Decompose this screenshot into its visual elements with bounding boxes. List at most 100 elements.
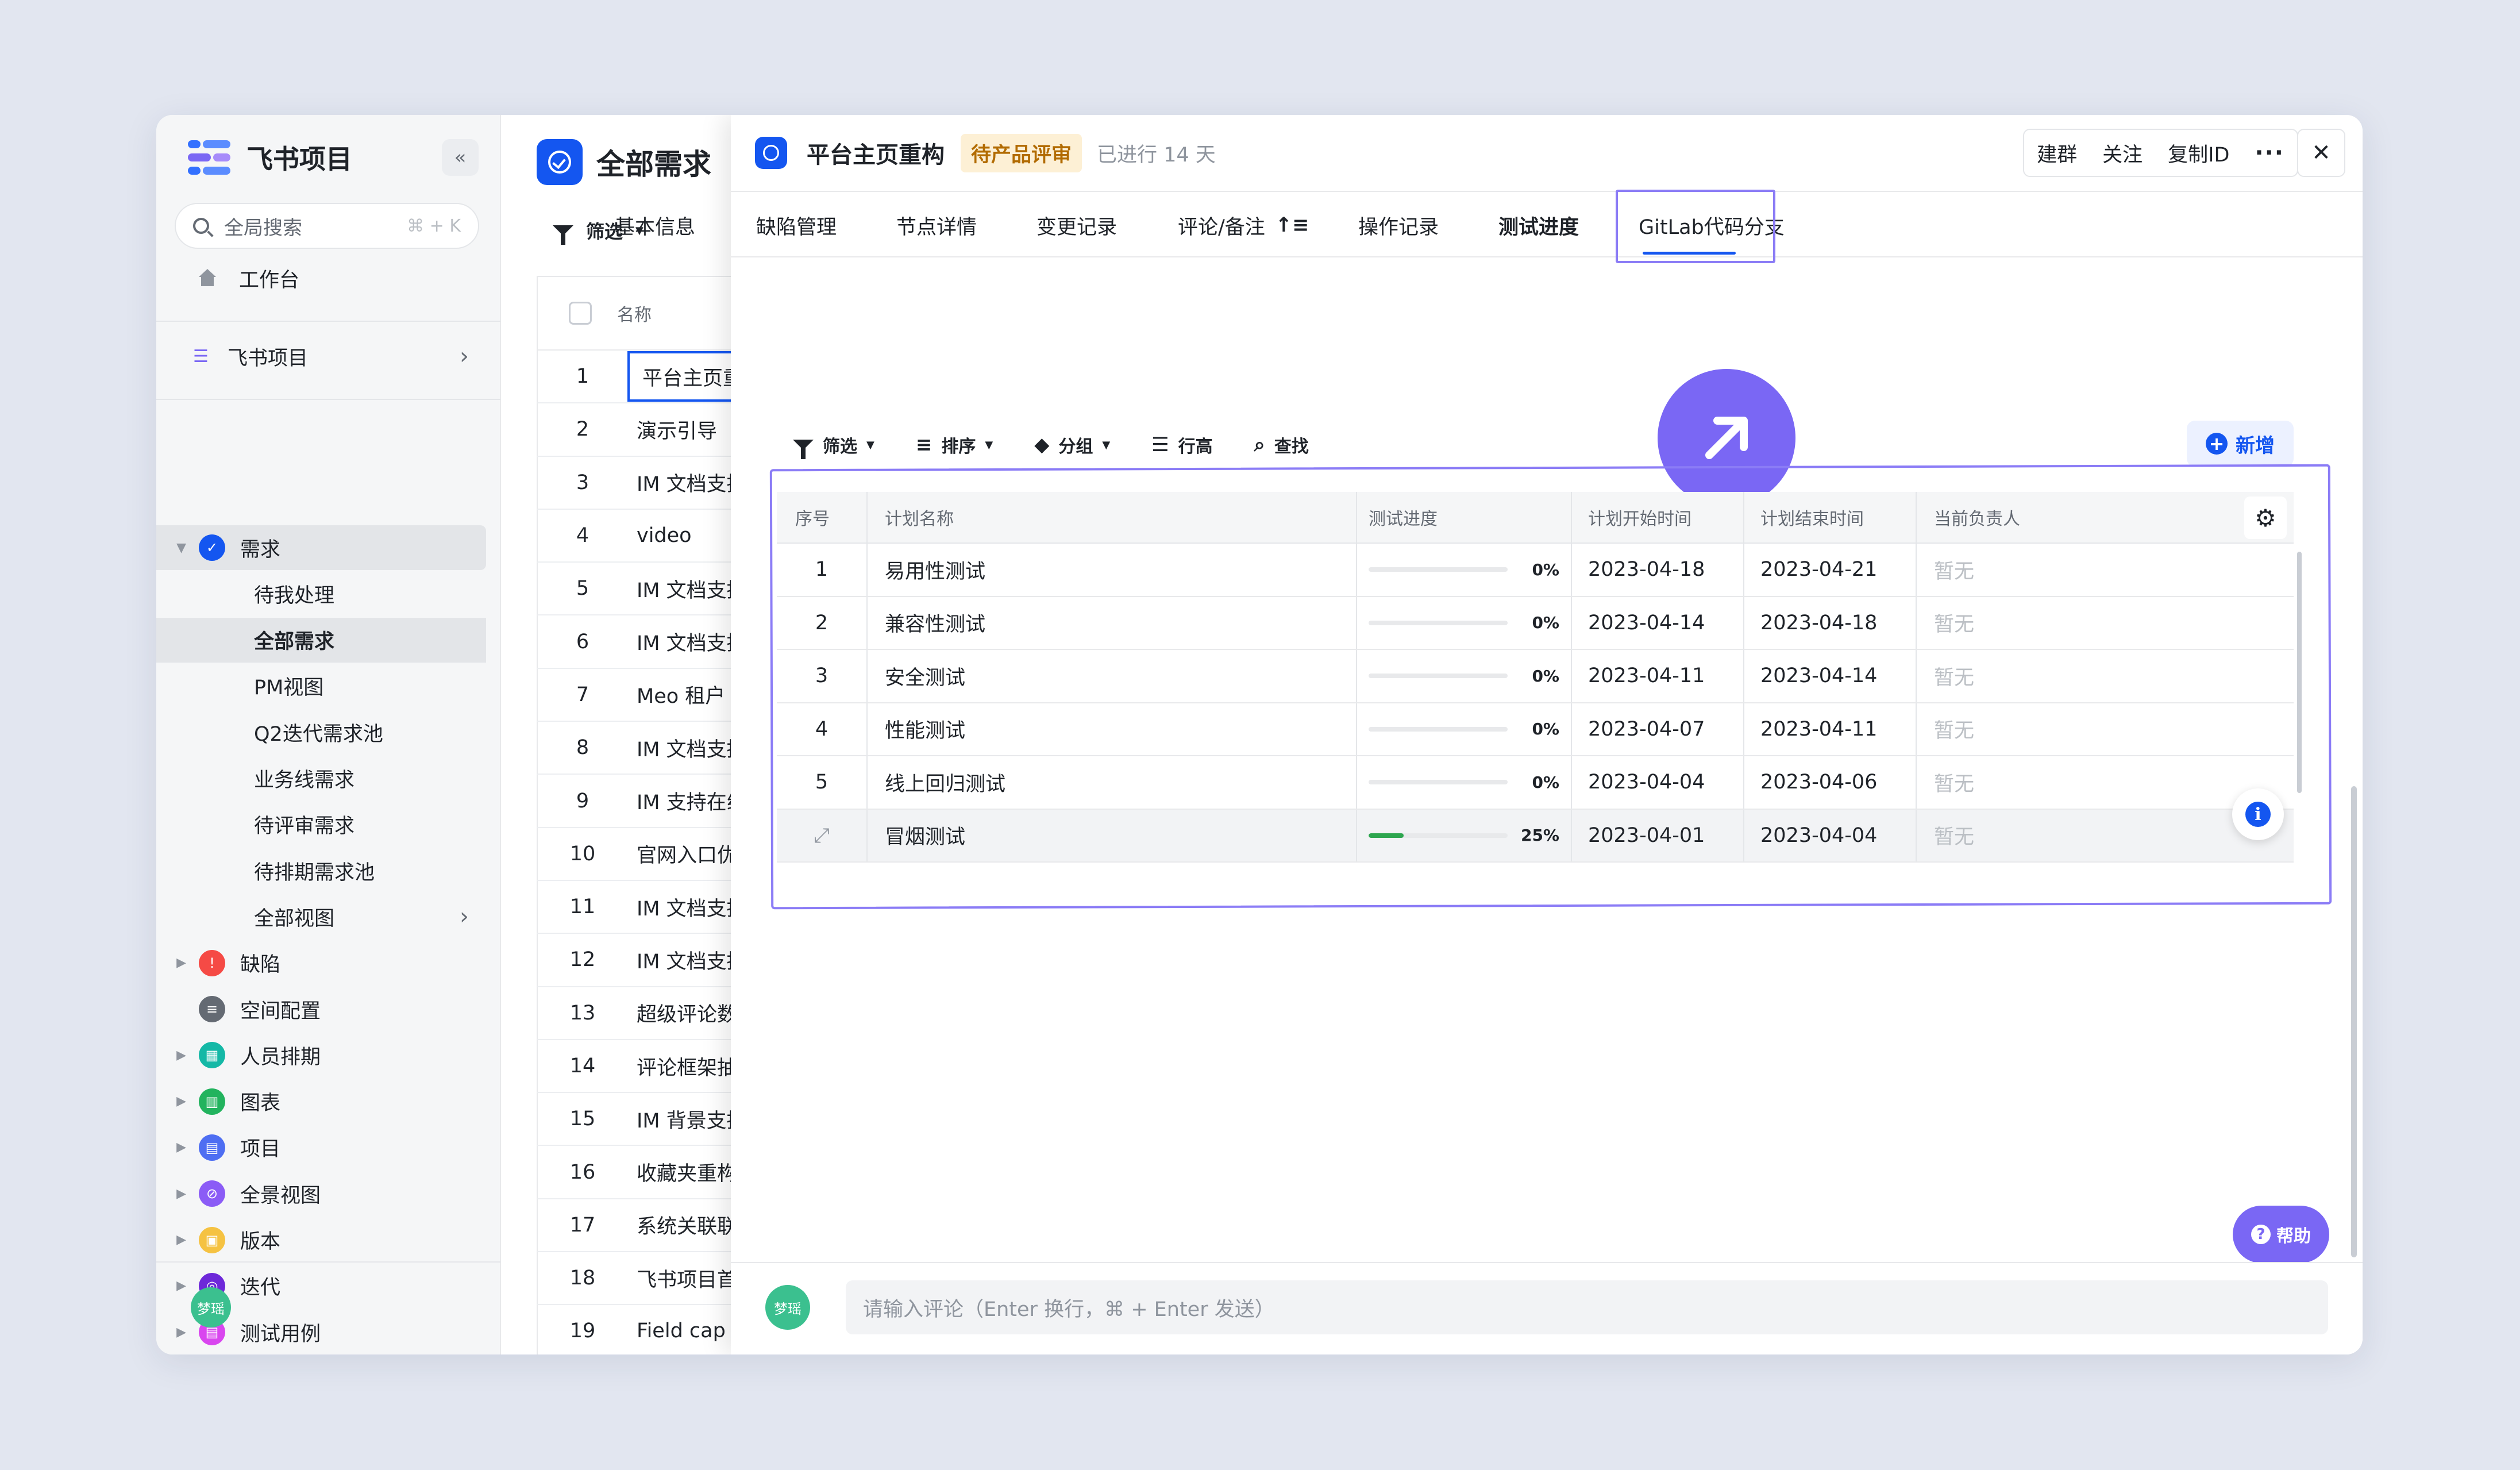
space-switcher[interactable]: ☰ 飞书项目 ›: [156, 334, 486, 379]
sidebar-item-workbench[interactable]: 工作台: [156, 256, 486, 301]
tab-label: 基本信息: [615, 216, 696, 239]
module-icon: ▦: [199, 1042, 225, 1069]
sidebar-item-label: 版本: [240, 1230, 281, 1253]
group-button[interactable]: ◆ 分组 ▼: [1034, 432, 1110, 457]
header-actions: 建群 关注 复制ID ···: [2023, 129, 2298, 177]
row-number: 11: [569, 895, 596, 919]
expand-caret-icon[interactable]: ▶: [156, 1094, 191, 1109]
row-number: 3: [576, 471, 589, 494]
sidebar-item-label: 全部需求: [254, 630, 335, 654]
sidebar-item[interactable]: ▶ ▣ 版本: [156, 1218, 486, 1263]
collapse-sidebar-button[interactable]: «: [442, 139, 479, 176]
tab-label: 操作记录: [1358, 216, 1439, 239]
tab-1[interactable]: 缺陷管理: [756, 192, 837, 259]
comment-input[interactable]: 请输入评论（Enter 换行，⌘ + Enter 发送）: [846, 1280, 2328, 1334]
row-number: 9: [576, 789, 589, 813]
find-button[interactable]: ⌕ 查找: [1254, 432, 1309, 457]
sidebar-item[interactable]: ▼ ✓ 需求: [156, 525, 486, 570]
search-placeholder: 全局搜索: [224, 216, 302, 240]
tab-6[interactable]: 测试进度: [1498, 192, 1579, 259]
tab-2[interactable]: 节点详情: [896, 192, 977, 259]
filter-icon: [553, 225, 573, 245]
row-number: 5: [576, 577, 589, 601]
divider: [156, 399, 501, 400]
expand-caret-icon[interactable]: ▶: [156, 1233, 191, 1247]
expand-caret-icon[interactable]: ▶: [156, 1325, 191, 1340]
expand-caret-icon[interactable]: ▶: [156, 956, 191, 970]
divider: [156, 321, 501, 322]
sidebar-item-label: 业务线需求: [254, 769, 355, 792]
module-icon: ✓: [199, 534, 225, 561]
sidebar-subitem[interactable]: 全部视图 ›: [156, 894, 486, 939]
expand-caret-icon[interactable]: ▶: [156, 1140, 191, 1155]
sidebar-subitem[interactable]: Q2迭代需求池: [156, 710, 486, 755]
expand-caret-icon[interactable]: ▶: [156, 1187, 191, 1201]
row-number: 16: [569, 1160, 596, 1184]
select-all-checkbox[interactable]: [569, 302, 592, 325]
global-search-input[interactable]: 全局搜索 ⌘ + K: [175, 203, 479, 249]
space-icon: ☰: [193, 346, 209, 367]
row-number: 6: [576, 630, 589, 653]
row-height-button[interactable]: ☰ 行高: [1151, 432, 1212, 457]
question-icon: ?: [2251, 1225, 2271, 1244]
copy-id-button[interactable]: 复制ID: [2155, 138, 2242, 168]
sidebar-item-label: Q2迭代需求池: [254, 722, 383, 746]
page-title: 全部需求: [537, 139, 711, 185]
expand-caret-icon[interactable]: ▶: [156, 1279, 191, 1293]
expand-caret-icon[interactable]: ▼: [156, 541, 191, 555]
sidebar-item-label: 工作台: [239, 268, 300, 292]
tab-0[interactable]: 基本信息: [615, 192, 695, 259]
sort-icon: ≡: [915, 433, 933, 456]
divider: [156, 1261, 501, 1263]
sidebar-subitem[interactable]: PM视图: [156, 664, 486, 709]
tab-label: 节点详情: [896, 216, 977, 239]
tab-3[interactable]: 变更记录: [1036, 192, 1117, 259]
sidebar: 飞书项目 « 全局搜索 ⌘ + K 工作台 ☰ 飞书项目 › ▼ ✓ 需求 待我处理全…: [156, 115, 501, 1354]
avatar[interactable]: 梦瑶: [765, 1285, 810, 1330]
sidebar-item[interactable]: ▶! 缺陷: [156, 941, 486, 986]
close-icon[interactable]: ✕: [2297, 129, 2345, 177]
sidebar-subitem[interactable]: 待评审需求: [156, 802, 486, 847]
info-button[interactable]: i: [2232, 788, 2284, 840]
detail-title[interactable]: 平台主页重构: [807, 136, 945, 170]
tab-5[interactable]: 操作记录: [1358, 192, 1439, 259]
caret-down-icon: ▼: [866, 438, 874, 451]
sidebar-subitem[interactable]: 业务线需求: [156, 756, 486, 801]
sidebar-item[interactable]: ▶ ⊘ 全景视图: [156, 1171, 486, 1216]
row-number: 15: [569, 1107, 596, 1131]
caret-down-icon: ▼: [985, 438, 993, 451]
add-plan-button[interactable]: + 新增: [2187, 421, 2294, 467]
search-icon: [193, 218, 209, 234]
sidebar-item-label: 缺陷: [240, 953, 281, 977]
create-group-button[interactable]: 建群: [2024, 138, 2090, 168]
avatar[interactable]: 梦瑶: [191, 1287, 231, 1327]
sidebar-item[interactable]: ▶ ▥ 图表: [156, 1079, 486, 1124]
row-number: 18: [569, 1267, 596, 1290]
tag-icon: ◆: [1034, 433, 1050, 456]
app-logo[interactable]: 飞书项目: [188, 137, 352, 178]
status-badge[interactable]: 待产品评审: [961, 133, 1082, 172]
space-name: 飞书项目: [228, 347, 309, 370]
tab-4[interactable]: 评论/备注 ↑≡: [1178, 192, 1309, 259]
sort-button[interactable]: ≡ 排序 ▼: [916, 432, 993, 457]
sidebar-subitem[interactable]: 全部需求: [156, 617, 486, 663]
tab-label: 变更记录: [1036, 216, 1118, 239]
row-number: 8: [576, 736, 589, 760]
help-button[interactable]: ? 帮助: [2233, 1206, 2329, 1263]
filter-icon: [793, 440, 814, 459]
expand-caret-icon[interactable]: ▶: [156, 1048, 191, 1063]
sidebar-item-label: 需求: [240, 538, 281, 561]
app-window: 飞书项目 « 全局搜索 ⌘ + K 工作台 ☰ 飞书项目 › ▼ ✓ 需求 待我处理全…: [156, 115, 2363, 1354]
row-number: 13: [569, 1001, 596, 1025]
table-scrollbar[interactable]: [2297, 552, 2302, 793]
filter-button[interactable]: 筛选 ▼: [793, 432, 874, 459]
sidebar-subitem[interactable]: 待我处理: [156, 571, 486, 616]
sidebar-item[interactable]: ▶ ▦ 人员排期: [156, 1033, 486, 1078]
sidebar-subitem[interactable]: 待排期需求池: [156, 848, 486, 893]
panel-scrollbar[interactable]: [2351, 786, 2357, 1257]
sidebar-item[interactable]: ▶ ▤ 项目: [156, 1125, 486, 1170]
more-icon[interactable]: ···: [2242, 140, 2297, 166]
sidebar-item[interactable]: ≡ 空间配置: [156, 987, 486, 1032]
follow-button[interactable]: 关注: [2090, 138, 2155, 168]
row-number: 7: [576, 683, 589, 706]
